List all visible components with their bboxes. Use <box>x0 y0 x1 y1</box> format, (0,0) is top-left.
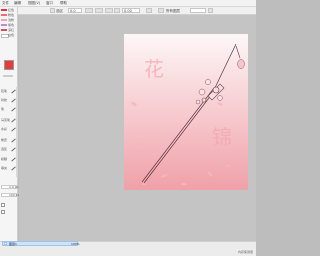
menu-window[interactable]: 窗口 <box>46 1 53 6</box>
color-slider[interactable] <box>3 75 13 77</box>
zoom-value: 0.0 <box>70 9 76 13</box>
brush-item[interactable]: 马克笔 <box>1 118 10 122</box>
menu-view[interactable]: 视图(V) <box>28 1 40 6</box>
brush-density-value: 100 px <box>9 193 20 197</box>
menu-bar: 文件 编辑 视图(V) 窗口 帮助 <box>0 0 256 7</box>
menu-file[interactable]: 文件 <box>2 1 9 6</box>
sample-mode-label: 所有图层 <box>166 9 180 13</box>
layer-name: 图层1 <box>9 242 17 246</box>
color-swatch[interactable] <box>1 14 7 16</box>
big-char-1: 花 <box>144 57 164 81</box>
chevron-down-icon[interactable] <box>146 8 152 13</box>
foreground-color[interactable] <box>4 60 14 70</box>
swatch-label: 粉色 <box>8 13 15 17</box>
brush-list-scrollbar[interactable] <box>16 87 18 177</box>
brush-item[interactable]: 铅笔 <box>1 89 7 93</box>
color-swatch[interactable] <box>1 19 7 21</box>
brush-item[interactable]: 笔 <box>1 107 4 111</box>
menu-help[interactable]: 帮助 <box>60 1 67 6</box>
rotate-value: 0.00 <box>124 9 132 13</box>
brush-size-value: 2.0 px <box>9 185 19 189</box>
tool-options-bar: 选区 0.0 0.00 所有图层 <box>18 7 256 15</box>
flip-button[interactable] <box>95 8 103 13</box>
checkbox-icon[interactable] <box>1 203 5 207</box>
color-swatch[interactable] <box>1 24 7 26</box>
brush-item[interactable]: 模糊 <box>1 157 7 161</box>
brush-item[interactable]: 橡皮 <box>1 138 7 142</box>
nav-icon[interactable] <box>114 8 120 13</box>
menu-edit[interactable]: 编辑 <box>14 1 21 6</box>
swatch-label: 紫色 <box>8 23 15 27</box>
layer-opacity: 100% <box>71 242 80 246</box>
artwork-canvas[interactable]: 花 锦 <box>124 34 248 190</box>
brush-item[interactable]: 喷枪 <box>1 98 7 102</box>
checkbox-icon[interactable] <box>50 8 55 13</box>
memory-status: 内存使用量 <box>237 250 253 254</box>
checkbox-icon[interactable] <box>1 210 5 214</box>
artwork-illustration: 花 锦 <box>124 34 248 190</box>
left-panel: 红色 粉色 浅粉 紫色 深红 白色 铅笔 喷枪 笔 马克笔 水彩 橡皮 选区 模… <box>0 7 20 249</box>
swatch-label: 浅粉 <box>8 18 15 22</box>
color-swatch[interactable] <box>1 29 7 31</box>
color-swatch[interactable] <box>1 9 7 11</box>
sample-mode-select[interactable] <box>190 8 206 13</box>
checkbox-icon[interactable] <box>158 8 164 13</box>
reset-button[interactable] <box>105 8 113 13</box>
tool-label: 选区 <box>56 9 63 13</box>
swatch-label: 白色 <box>8 33 15 37</box>
big-char-2: 锦 <box>212 125 232 149</box>
rotate-button[interactable] <box>85 8 93 13</box>
chevron-down-icon[interactable] <box>208 8 213 13</box>
brush-item[interactable]: 水彩 <box>1 127 7 131</box>
layer-thumbnail <box>4 242 7 245</box>
swatch-label: 深红 <box>8 28 15 32</box>
brush-item[interactable]: 填充 <box>1 166 7 170</box>
swatch-label: 红色 <box>8 8 15 12</box>
brush-item[interactable]: 选区 <box>1 147 7 151</box>
layer-row[interactable]: 图层1 100% <box>2 241 80 246</box>
